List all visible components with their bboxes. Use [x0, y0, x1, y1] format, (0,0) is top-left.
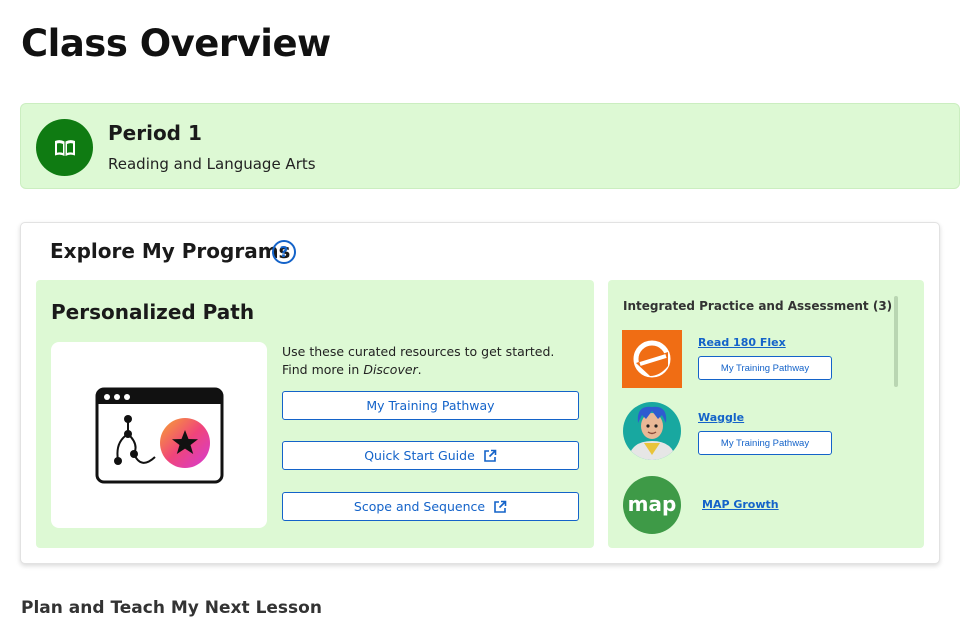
map-logo[interactable]: map — [622, 475, 682, 534]
external-link-icon — [494, 500, 507, 513]
my-training-pathway-button[interactable]: My Training Pathway — [282, 391, 579, 420]
map-growth-link[interactable]: MAP Growth — [702, 498, 779, 511]
explore-programs-title: Explore My Programs — [50, 239, 291, 263]
explore-programs-card: Explore My Programs ? Personalized Path — [20, 222, 940, 564]
next-lesson-heading: Plan and Teach My Next Lesson — [21, 598, 322, 618]
help-icon[interactable]: ? — [272, 240, 296, 264]
integrated-practice-panel: Integrated Practice and Assessment (3) R… — [608, 280, 924, 548]
class-banner[interactable]: Period 1 Reading and Language Arts — [20, 103, 960, 189]
class-name: Period 1 — [108, 121, 202, 145]
read180-logo[interactable] — [622, 330, 682, 388]
personalized-path-description: Use these curated resources to get start… — [282, 344, 555, 377]
personalized-path-title: Personalized Path — [51, 300, 255, 324]
integrated-practice-title: Integrated Practice and Assessment (3) — [623, 299, 893, 313]
waggle-link[interactable]: Waggle — [698, 411, 744, 424]
map-logo-text: map — [628, 492, 677, 516]
page-title: Class Overview — [21, 22, 331, 65]
waggle-training-pathway-button[interactable]: My Training Pathway — [698, 431, 832, 455]
read180-training-pathway-button[interactable]: My Training Pathway — [698, 356, 832, 380]
read180-flex-link[interactable]: Read 180 Flex — [698, 336, 786, 349]
book-icon — [36, 119, 93, 176]
personalized-path-panel: Personalized Path Use these curated reso… — [36, 280, 594, 548]
external-link-icon — [483, 449, 497, 462]
quick-start-guide-button[interactable]: Quick Start Guide — [282, 441, 579, 470]
scope-and-sequence-button[interactable]: Scope and Sequence — [282, 492, 579, 521]
path-illustration — [51, 342, 267, 528]
class-subject: Reading and Language Arts — [108, 155, 316, 173]
panel-scrollbar[interactable] — [894, 296, 898, 387]
waggle-avatar-logo[interactable] — [622, 401, 682, 460]
